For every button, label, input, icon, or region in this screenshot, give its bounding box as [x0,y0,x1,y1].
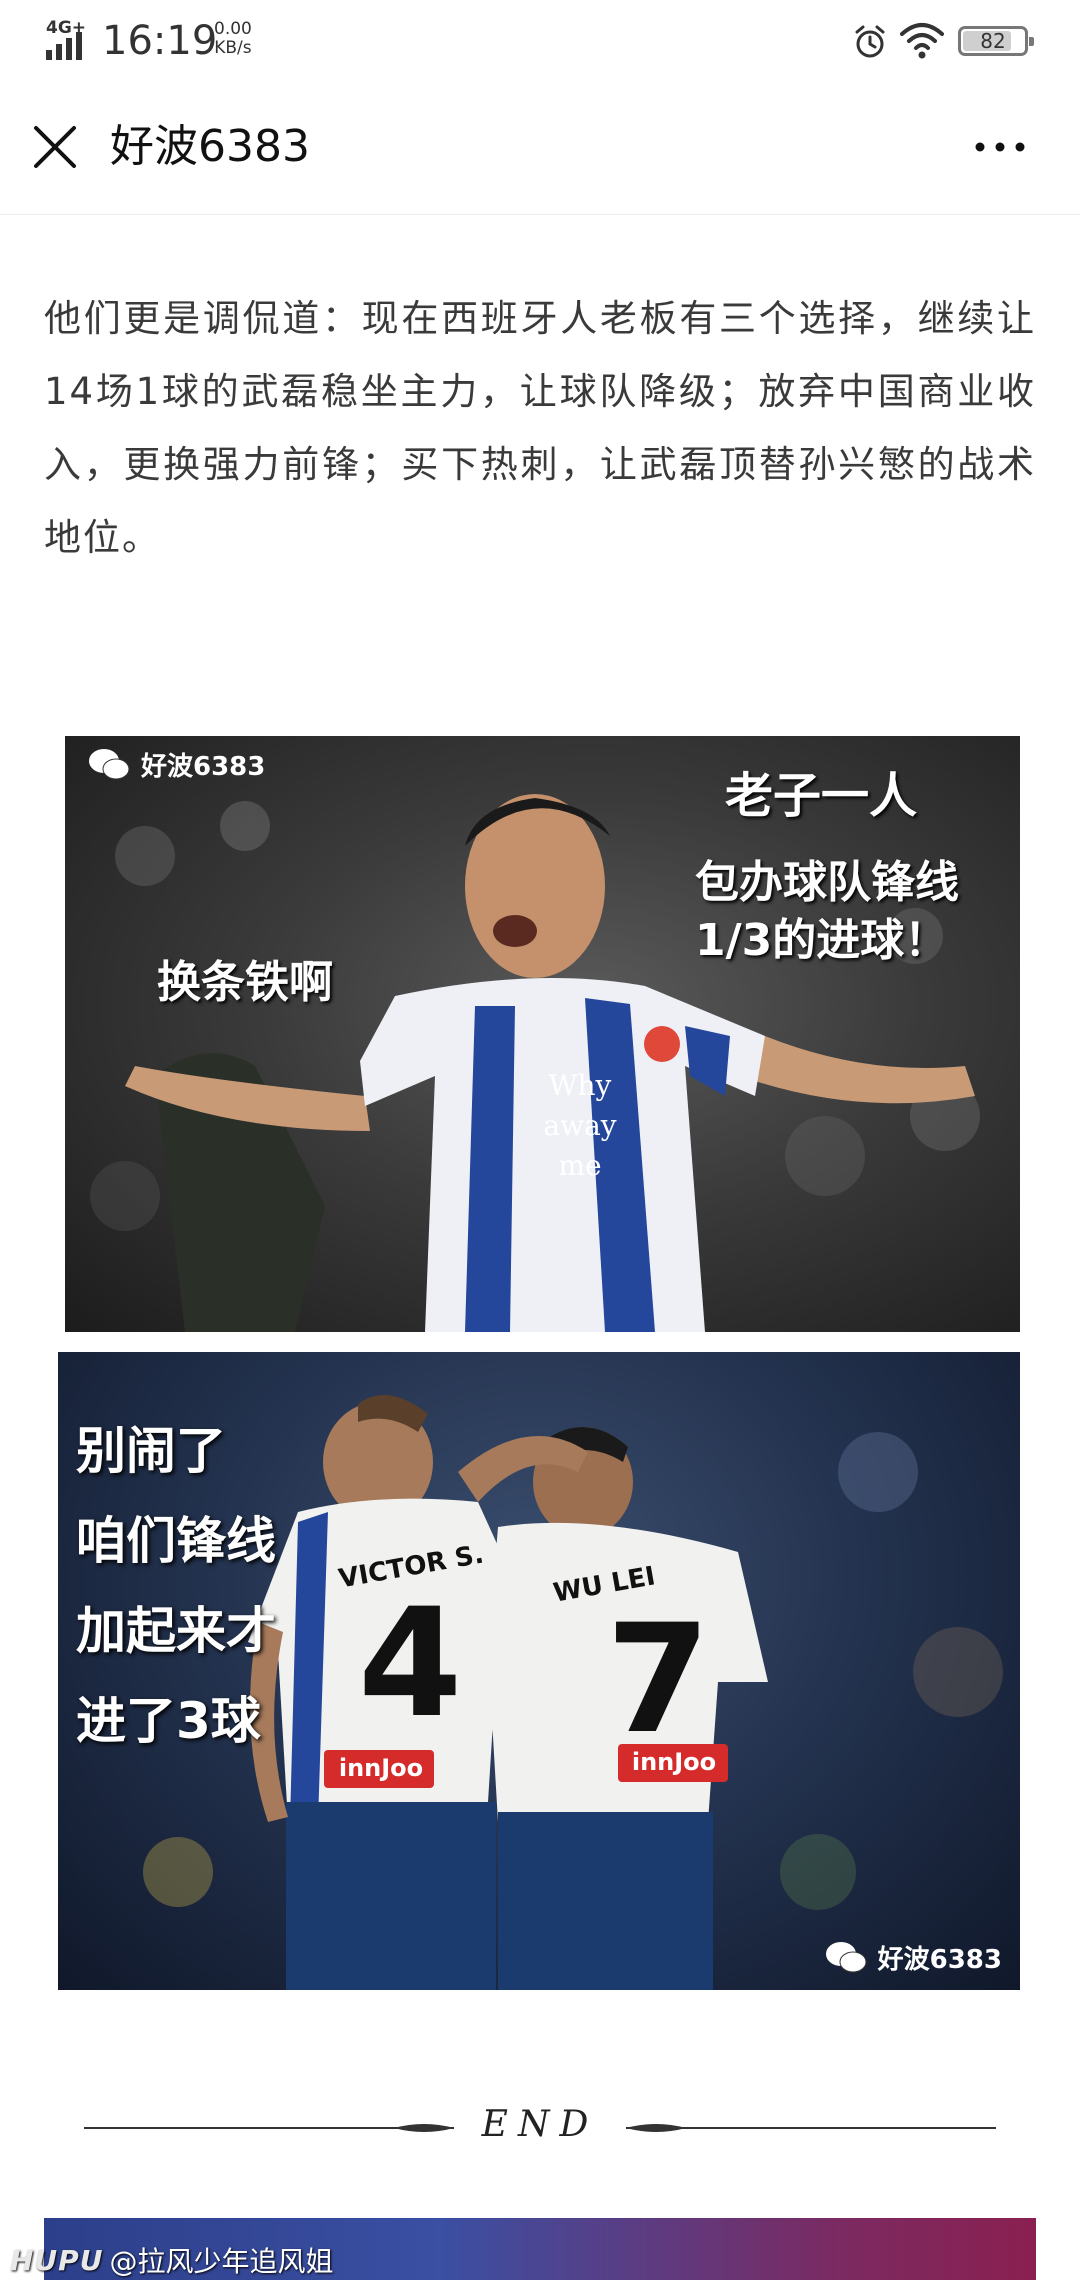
player1-number: 4 [358,1577,463,1751]
caption-line: 进了3球 [76,1692,261,1750]
shirt-line: away [543,1109,617,1142]
meme2-caption: 别闹了 咱们锋线 加起来才 进了3球 [76,1406,276,1766]
sponsor-logo: innJoo [338,1754,424,1782]
speed-unit: KB/s [214,38,252,58]
shirt-line: Why [548,1069,612,1102]
network-speed: 0.00 KB/s [214,20,252,58]
watermark-text: 好波6383 [877,1945,1002,1975]
caption-line: 老子一人 [725,768,918,824]
nav-bar: 好波6383 [0,90,1080,215]
hupu-handle: @拉风少年追风姐 [109,2245,334,2278]
caption-line: 别闹了 [76,1422,226,1480]
alarm-icon [855,25,885,58]
sponsor-logo: innJoo [631,1748,717,1776]
meme-image-bottom: 别闹了 咱们锋线 加起来才 进了3球 VICTOR S. 4 WU LEI 7 … [58,1352,1020,1990]
battery-level: 82 [980,29,1006,53]
signal-icon: 4G+ [46,18,94,62]
caption-left: 换条铁啊 [157,957,333,1008]
hupu-logo: HUPU [10,2243,104,2277]
status-time: 16:19 [102,18,218,64]
caption-line: 1/3的进球！ [695,915,949,966]
wifi-icon [900,23,944,59]
speed-value: 0.00 [214,19,252,39]
caption-line: 包办球队锋线 [695,857,959,908]
article-paragraph: 他们更是调侃道：现在西班牙人老板有三个选择，继续让14场1球的武磊稳坐主力，让球… [44,297,1036,559]
caption-line: 加起来才 [76,1602,276,1660]
watermark-top: 好波6383 [87,746,265,783]
caption-line: 咱们锋线 [76,1512,276,1570]
more-icon[interactable] [970,130,1030,164]
shirt-text: Why away me [535,1066,625,1186]
end-text: END [481,2104,599,2145]
player2-number: 7 [606,1593,711,1767]
watermark-bottom: 好波6383 [824,1939,1002,1976]
end-divider: END [84,2100,996,2156]
page-title: 好波6383 [110,121,310,172]
hupu-watermark: HUPU @拉风少年追风姐 [10,2240,333,2280]
watermark-text: 好波6383 [141,752,266,782]
status-bar: 4G+ 16:19 0.00 KB/s 82 [0,0,1080,90]
meme-image-top: 好波6383 老子一人 包办球队锋线 1/3的进球！ 换条铁啊 Why away… [65,736,1020,1332]
close-icon[interactable] [28,120,82,174]
wechat-icon [89,748,130,779]
battery-icon: 82 [958,26,1034,56]
divider-line-right [626,2127,996,2129]
wechat-icon [825,1941,867,1972]
shirt-line: me [558,1149,602,1182]
